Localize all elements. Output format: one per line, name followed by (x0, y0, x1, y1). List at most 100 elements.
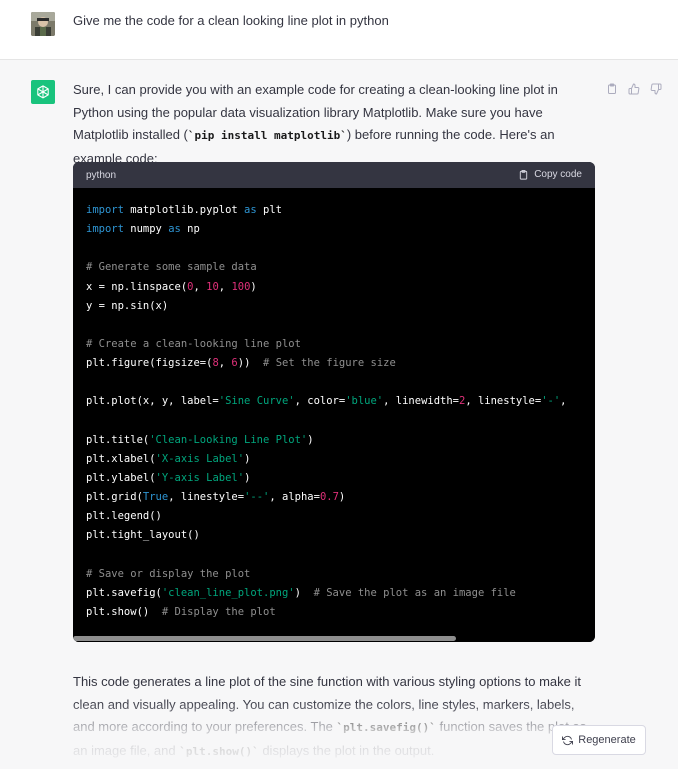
code-token: )) (237, 357, 264, 370)
regenerate-label: Regenerate (578, 734, 636, 746)
code-token: ) (244, 452, 251, 465)
code-token: # Save or display the plot (86, 567, 251, 580)
thumbs-up-icon (628, 83, 640, 95)
code-line: plt.show() # Display the plot (86, 603, 595, 622)
code-token: plt.xlabel( (86, 452, 156, 465)
code-token: , (560, 395, 567, 408)
code-token: 'Sine Curve' (218, 395, 295, 408)
user-avatar-photo (31, 12, 55, 36)
code-line: plt.xlabel('X-axis Label') (86, 450, 595, 469)
code-line: plt.savefig('clean_line_plot.png') # Sav… (86, 584, 595, 603)
inline-code-show: `plt.show()` (179, 744, 259, 758)
clipboard-icon (520, 169, 528, 180)
code-token: # Save the plot as an image file (313, 586, 516, 599)
refresh-icon (562, 735, 574, 745)
code-block-header: python Copy code (73, 162, 595, 188)
code-horizontal-scrollbar[interactable] (73, 636, 595, 642)
code-token: , alpha= (269, 491, 320, 504)
code-token: # Create a clean-looking line plot (86, 337, 301, 350)
copy-code-button[interactable]: Copy code (518, 168, 582, 182)
assistant-intro: Sure, I can provide you with an example … (73, 79, 595, 170)
code-token: # Set the figure size (263, 357, 396, 370)
code-token: 'clean_line_plot.png' (161, 586, 295, 599)
code-token: x = np.linspace( (86, 280, 188, 293)
code-token: ) (338, 491, 346, 504)
thumbs-down-button[interactable] (648, 81, 664, 97)
inline-code-savefig: `plt.savefig()` (336, 721, 436, 734)
assistant-message-row: Sure, I can provide you with an example … (0, 60, 678, 769)
regenerate-button[interactable]: Regenerate (552, 725, 646, 755)
code-token: as (168, 223, 181, 236)
code-token: ) (294, 586, 314, 599)
code-line: plt.tight_layout() (86, 526, 595, 545)
assistant-outro: This code generates a line plot of the s… (73, 671, 595, 763)
intro-paragraph: Sure, I can provide you with an example … (73, 79, 595, 170)
code-token: 'X-axis Label' (155, 452, 245, 465)
code-token: ) (307, 433, 314, 446)
code-content: import matplotlib.pyplot as plt import nu… (86, 201, 595, 631)
code-token: , (218, 280, 232, 293)
code-token: plt.grid( (86, 491, 143, 504)
message-actions (604, 81, 668, 97)
clipboard-icon (608, 83, 616, 94)
code-token: , linestyle= (465, 395, 542, 408)
code-line: y = np.sin(x) (86, 297, 595, 316)
code-token: plt (256, 204, 282, 216)
code-token: y = np.sin(x) (86, 299, 169, 312)
scrollbar-thumb[interactable] (73, 636, 456, 641)
code-token: matplotlib.pyplot (123, 204, 245, 216)
openai-logo-icon (37, 85, 49, 99)
code-line: plt.title('Clean-Looking Line Plot') (86, 431, 595, 450)
code-token: , (218, 357, 232, 370)
code-line: import numpy as np (86, 220, 595, 239)
code-token: 0.7 (319, 491, 339, 504)
code-token: plt.legend() (86, 510, 162, 523)
assistant-avatar (31, 80, 55, 104)
code-line: plt.legend() (86, 507, 595, 526)
outro-paragraph: This code generates a line plot of the s… (73, 671, 595, 763)
code-line: # Generate some sample data (86, 258, 595, 277)
code-token: ) (244, 471, 251, 484)
code-token: '-' (541, 395, 561, 408)
code-block: python Copy code import matplotlib.pyplo… (73, 162, 595, 642)
user-message-text: Give me the code for a clean looking lin… (73, 13, 389, 28)
code-token: '--' (244, 491, 270, 504)
code-token: , linewidth= (383, 395, 459, 408)
code-token: import (86, 204, 124, 216)
code-token: plt.show() (86, 605, 162, 618)
code-token: ) (250, 280, 257, 293)
thumbs-down-icon (650, 83, 662, 95)
code-line: plt.grid(True, linestyle='--', alpha=0.7… (86, 488, 595, 507)
thumbs-up-button[interactable] (626, 81, 642, 97)
code-line: # Create a clean-looking line plot (86, 335, 595, 354)
code-token: plt.plot(x, y, label= (86, 395, 219, 408)
code-token: plt.figure(figsize=( (86, 357, 213, 370)
code-token: numpy (123, 223, 169, 236)
code-token: plt.savefig( (86, 586, 162, 599)
code-token: 'blue' (345, 395, 384, 408)
code-token: , linestyle= (168, 491, 245, 504)
copy-message-button[interactable] (604, 81, 620, 97)
code-token: , (193, 280, 207, 293)
code-token: , color= (294, 395, 346, 408)
code-line: # Save or display the plot (86, 565, 595, 584)
code-token: import (86, 223, 124, 236)
code-token: plt.title( (86, 433, 150, 446)
code-token: # Generate some sample data (86, 261, 257, 274)
code-token: np (180, 223, 200, 236)
code-token: as (244, 204, 257, 216)
code-line: plt.ylabel('Y-axis Label') (86, 469, 595, 488)
code-token: plt.tight_layout() (86, 529, 200, 542)
code-token: True (142, 491, 169, 504)
code-language-label: python (86, 170, 117, 181)
code-token: # Display the plot (161, 605, 276, 618)
code-line: import matplotlib.pyplot as plt (86, 201, 595, 220)
copy-code-label: Copy code (534, 169, 582, 180)
user-message-row: Give me the code for a clean looking lin… (0, 0, 678, 60)
code-token: 'Y-axis Label' (155, 471, 245, 484)
